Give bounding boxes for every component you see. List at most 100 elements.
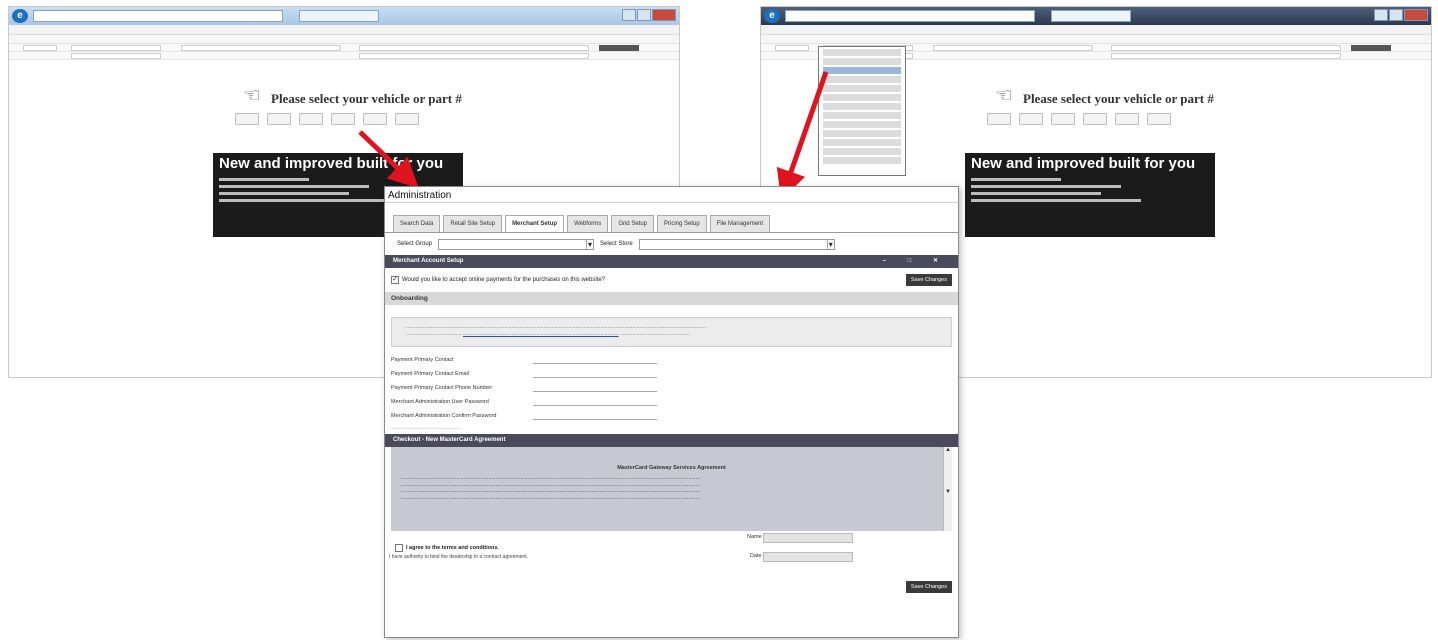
vehicle-prompt: Please select your vehicle or part # [1023, 91, 1214, 106]
date-input[interactable] [763, 552, 853, 562]
vehicle-icon[interactable] [331, 113, 355, 125]
promo-line [219, 192, 349, 195]
select-store-dropdown[interactable] [638, 238, 835, 250]
confirm-password-input[interactable] [533, 413, 657, 420]
tab-retail-site-setup[interactable]: Retail Site Setup [443, 215, 503, 232]
agreement-scrollbar[interactable]: ▲ ▼ [943, 447, 952, 531]
search-field[interactable] [71, 45, 161, 51]
minimize-icon[interactable] [622, 9, 636, 21]
promo-banner[interactable]: New and improved built for you [965, 153, 1215, 237]
vehicle-icon[interactable] [1051, 113, 1075, 125]
agreement-title: MasterCard Gateway Services Agreement [617, 465, 726, 471]
agreement-body: ........................................… [401, 475, 700, 501]
title-bar: e [9, 7, 679, 25]
tab-pricing-setup[interactable]: Pricing Setup [657, 215, 707, 232]
agree-checkbox[interactable] [395, 544, 403, 552]
tab-webforms[interactable]: Webforms [567, 215, 609, 232]
search-field[interactable] [71, 53, 161, 59]
menu-bar[interactable] [761, 25, 1431, 35]
contact-email-input[interactable] [533, 371, 657, 378]
vehicle-icon[interactable] [987, 113, 1011, 125]
contact-phone-input[interactable] [533, 385, 657, 392]
field-row: Merchant Administration Confirm Password [391, 409, 952, 423]
vehicle-type-icons [987, 113, 1171, 125]
menu-bar[interactable] [9, 25, 679, 35]
internet-explorer-icon[interactable]: e [12, 9, 28, 23]
address-bar[interactable] [785, 10, 1035, 22]
menu-item[interactable] [823, 67, 901, 74]
online-payments-checkbox[interactable]: ✓ [391, 276, 399, 284]
name-label: Name [747, 534, 762, 540]
internet-explorer-icon[interactable]: e [764, 9, 780, 23]
tab-search-data[interactable]: Search Data [393, 215, 441, 232]
search-field[interactable] [359, 53, 589, 59]
browser-tab[interactable] [1051, 10, 1131, 22]
maximize-icon[interactable] [637, 9, 651, 21]
menu-item[interactable] [823, 112, 901, 119]
vehicle-icon[interactable] [235, 113, 259, 125]
menu-item[interactable] [823, 121, 901, 128]
menu-item[interactable] [823, 139, 901, 146]
search-button[interactable] [1351, 45, 1391, 51]
primary-contact-input[interactable] [533, 357, 657, 364]
vehicle-icon[interactable] [395, 113, 419, 125]
vehicle-icon[interactable] [1019, 113, 1043, 125]
vehicle-icon[interactable] [267, 113, 291, 125]
promo-heading: New and improved built for you [219, 155, 444, 172]
vehicle-icon[interactable] [363, 113, 387, 125]
field-label: Merchant Administration Confirm Password [391, 413, 497, 419]
menu-item[interactable] [823, 49, 901, 56]
vehicle-icon[interactable] [1147, 113, 1171, 125]
search-field[interactable] [1111, 45, 1341, 51]
pointing-hand-icon: ☜ [243, 85, 261, 107]
close-icon[interactable] [652, 9, 676, 21]
field-label: Payment Primary Contact Email [391, 371, 469, 377]
search-field[interactable] [933, 45, 1093, 51]
toolbar [9, 35, 679, 44]
save-changes-button-bottom[interactable]: Save Changes [905, 581, 952, 593]
menu-item[interactable] [823, 85, 901, 92]
menu-item[interactable] [823, 103, 901, 110]
browser-tab[interactable] [299, 10, 379, 22]
search-field[interactable] [23, 45, 57, 51]
menu-item[interactable] [823, 130, 901, 137]
search-field[interactable] [775, 45, 809, 51]
save-changes-button-top[interactable]: Save Changes [905, 274, 952, 286]
field-row: Payment Primary Contact Phone Number [391, 381, 952, 395]
maximize-icon[interactable] [1389, 9, 1403, 21]
menu-item[interactable] [823, 94, 901, 101]
menu-item[interactable] [823, 76, 901, 83]
title-bar: e [761, 7, 1431, 25]
vehicle-icon[interactable] [1115, 113, 1139, 125]
search-field[interactable] [359, 45, 589, 51]
search-button[interactable] [599, 45, 639, 51]
pointing-hand-icon: ☜ [995, 85, 1013, 107]
admin-password-input[interactable] [533, 399, 657, 406]
menu-item[interactable] [823, 148, 901, 155]
dialog-title: Administration [385, 187, 958, 203]
menu-item[interactable] [823, 157, 901, 164]
promo-line [219, 185, 369, 188]
agreement-text-box[interactable]: MasterCard Gateway Services Agreement ..… [391, 447, 952, 531]
toolbar [761, 35, 1431, 44]
panel-controls[interactable]: – □ ✕ [883, 257, 948, 264]
close-icon[interactable] [1404, 9, 1428, 21]
vehicle-icon[interactable] [1083, 113, 1107, 125]
name-input[interactable] [763, 533, 853, 543]
onboarding-link[interactable]: ........................................… [463, 331, 619, 337]
menu-item[interactable] [823, 58, 901, 65]
search-field[interactable] [181, 45, 341, 51]
contact-fields: Payment Primary Contact Payment Primary … [385, 347, 958, 423]
minimize-icon[interactable] [1374, 9, 1388, 21]
field-label: Payment Primary Contact Phone Number [391, 385, 493, 391]
group-store-selectors: Select Group Select Store [385, 233, 958, 255]
tab-grid-setup[interactable]: Grid Setup [611, 215, 654, 232]
vehicle-icon[interactable] [299, 113, 323, 125]
address-bar[interactable] [33, 10, 283, 22]
tab-file-management[interactable]: File Management [709, 215, 771, 232]
select-group-dropdown[interactable] [438, 238, 595, 250]
promo-line [219, 199, 389, 202]
field-row: Payment Primary Contact [391, 353, 952, 367]
search-field[interactable] [1111, 53, 1341, 59]
tab-merchant-setup[interactable]: Merchant Setup [505, 215, 565, 232]
